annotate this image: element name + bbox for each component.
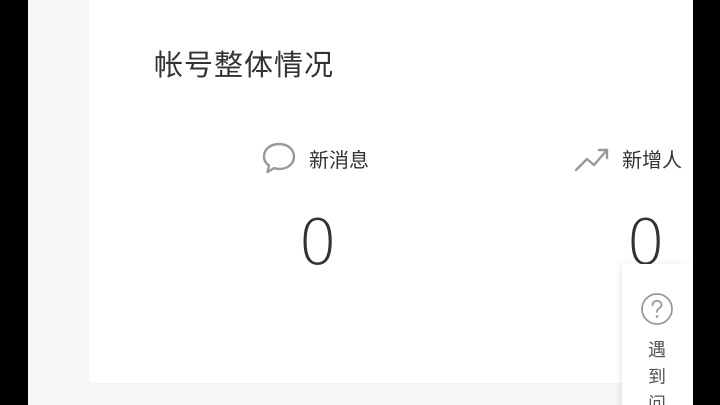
stat-new-users[interactable]: 新增人 0 xyxy=(574,140,682,279)
help-floating-panel[interactable]: 遇到问 xyxy=(622,264,693,405)
question-circle-icon xyxy=(641,293,673,325)
stat-value: 0 xyxy=(298,206,338,279)
account-overview-card: 帐号整体情况 新消息 0 新增人 0 xyxy=(89,0,693,383)
card-title: 帐号整体情况 xyxy=(154,48,335,82)
page-viewport: 帐号整体情况 新消息 0 新增人 0 遇到问 xyxy=(28,0,693,405)
stat-new-messages[interactable]: 新消息 0 xyxy=(261,140,369,279)
stat-header: 新增人 xyxy=(574,140,682,176)
stat-label: 新增人 xyxy=(622,147,682,172)
stat-header: 新消息 xyxy=(261,140,369,176)
trend-up-icon xyxy=(574,148,609,172)
help-text: 遇到问 xyxy=(648,340,666,405)
stat-label: 新消息 xyxy=(309,147,369,172)
chat-bubble-icon xyxy=(262,142,296,174)
